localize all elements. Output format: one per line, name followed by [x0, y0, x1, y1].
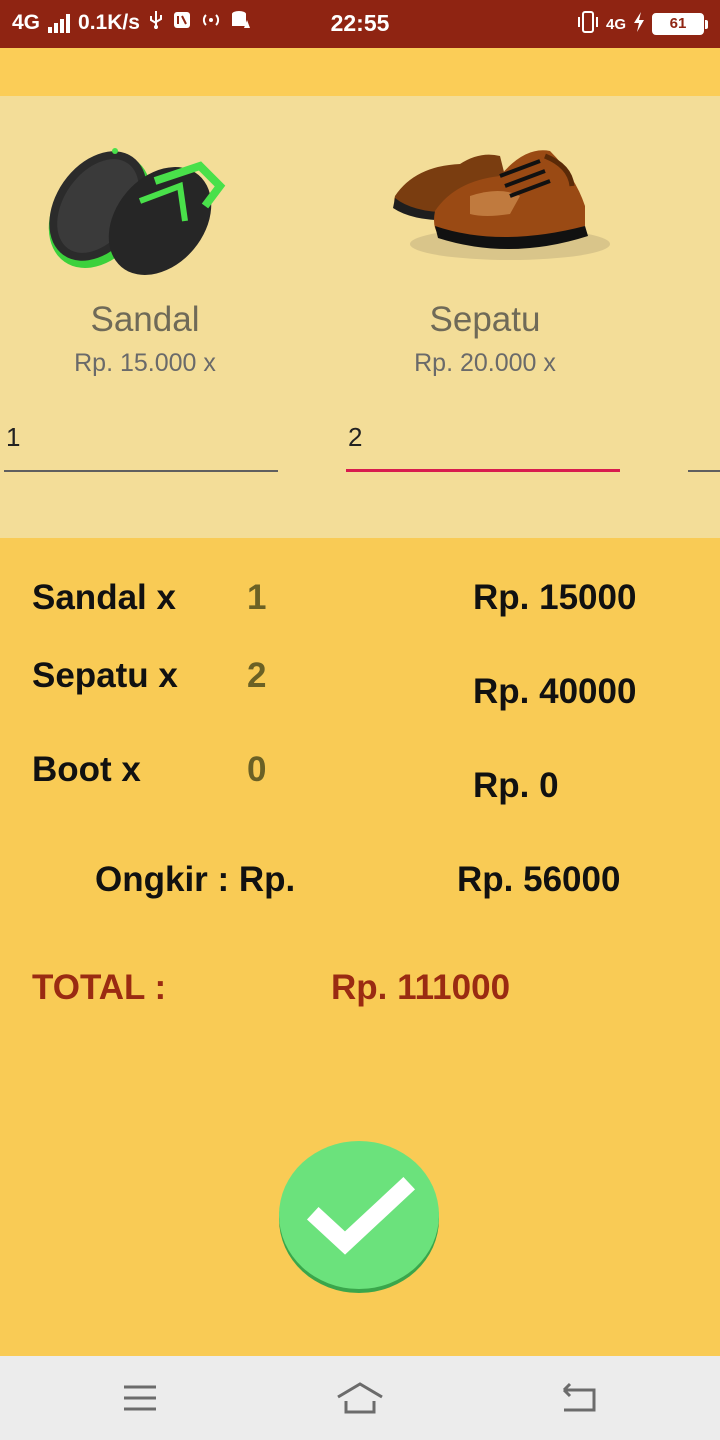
product-price: Rp. 15.000 x	[74, 349, 216, 377]
total-label: TOTAL :	[32, 968, 167, 1007]
qty-input-sepatu[interactable]	[346, 412, 620, 463]
qty-input-sandal[interactable]	[4, 412, 278, 463]
back-icon	[562, 1382, 596, 1412]
summary-qty-sepatu: 2	[247, 656, 267, 695]
battery-level: 61	[652, 13, 704, 35]
home-icon	[337, 1382, 383, 1414]
product-name: Sandal	[90, 300, 200, 339]
home-button[interactable]	[330, 1376, 390, 1420]
app-bar	[0, 48, 720, 96]
vibrate-icon	[576, 10, 600, 38]
back-button[interactable]	[550, 1376, 610, 1420]
network-type-right: 4G	[605, 15, 626, 33]
menu-icon	[124, 1385, 156, 1411]
system-nav-bar	[0, 1356, 720, 1440]
shipping-amount: Rp. 56000	[457, 860, 621, 899]
confirm-button[interactable]	[279, 1141, 439, 1289]
sandal-image	[20, 126, 270, 276]
product-list: Sandal Rp. 15.000 x Sepatu Rp. 20.000 x	[0, 96, 720, 538]
qty-field-sandal[interactable]	[4, 412, 278, 472]
summary-amount-sandal: Rp. 15000	[473, 578, 637, 617]
summary-label-sepatu: Sepatu x	[32, 656, 178, 695]
summary-label-sandal: Sandal x	[32, 578, 176, 617]
total-amount: Rp. 111000	[331, 968, 511, 1007]
status-right: 4G 61	[576, 10, 708, 38]
check-icon	[306, 1176, 416, 1255]
shoe-image	[360, 126, 610, 276]
summary-qty-boot: 0	[247, 750, 267, 789]
qty-field-boot[interactable]	[688, 412, 720, 472]
product-price: Rp. 20.000 x	[414, 349, 556, 377]
shipping-label: Ongkir : Rp.	[95, 860, 296, 899]
battery-icon: 61	[652, 13, 708, 35]
recent-apps-button[interactable]	[110, 1376, 170, 1420]
product-name: Sepatu	[429, 300, 541, 339]
qty-field-sepatu[interactable]	[346, 412, 620, 472]
charging-icon	[632, 11, 646, 37]
status-bar: 4G 0.1K/s 22:55 4G 61	[0, 0, 720, 48]
summary-qty-sandal: 1	[247, 578, 267, 617]
summary-amount-boot: Rp. 0	[473, 766, 559, 805]
summary-label-boot: Boot x	[32, 750, 141, 789]
summary-amount-sepatu: Rp. 40000	[473, 672, 637, 711]
